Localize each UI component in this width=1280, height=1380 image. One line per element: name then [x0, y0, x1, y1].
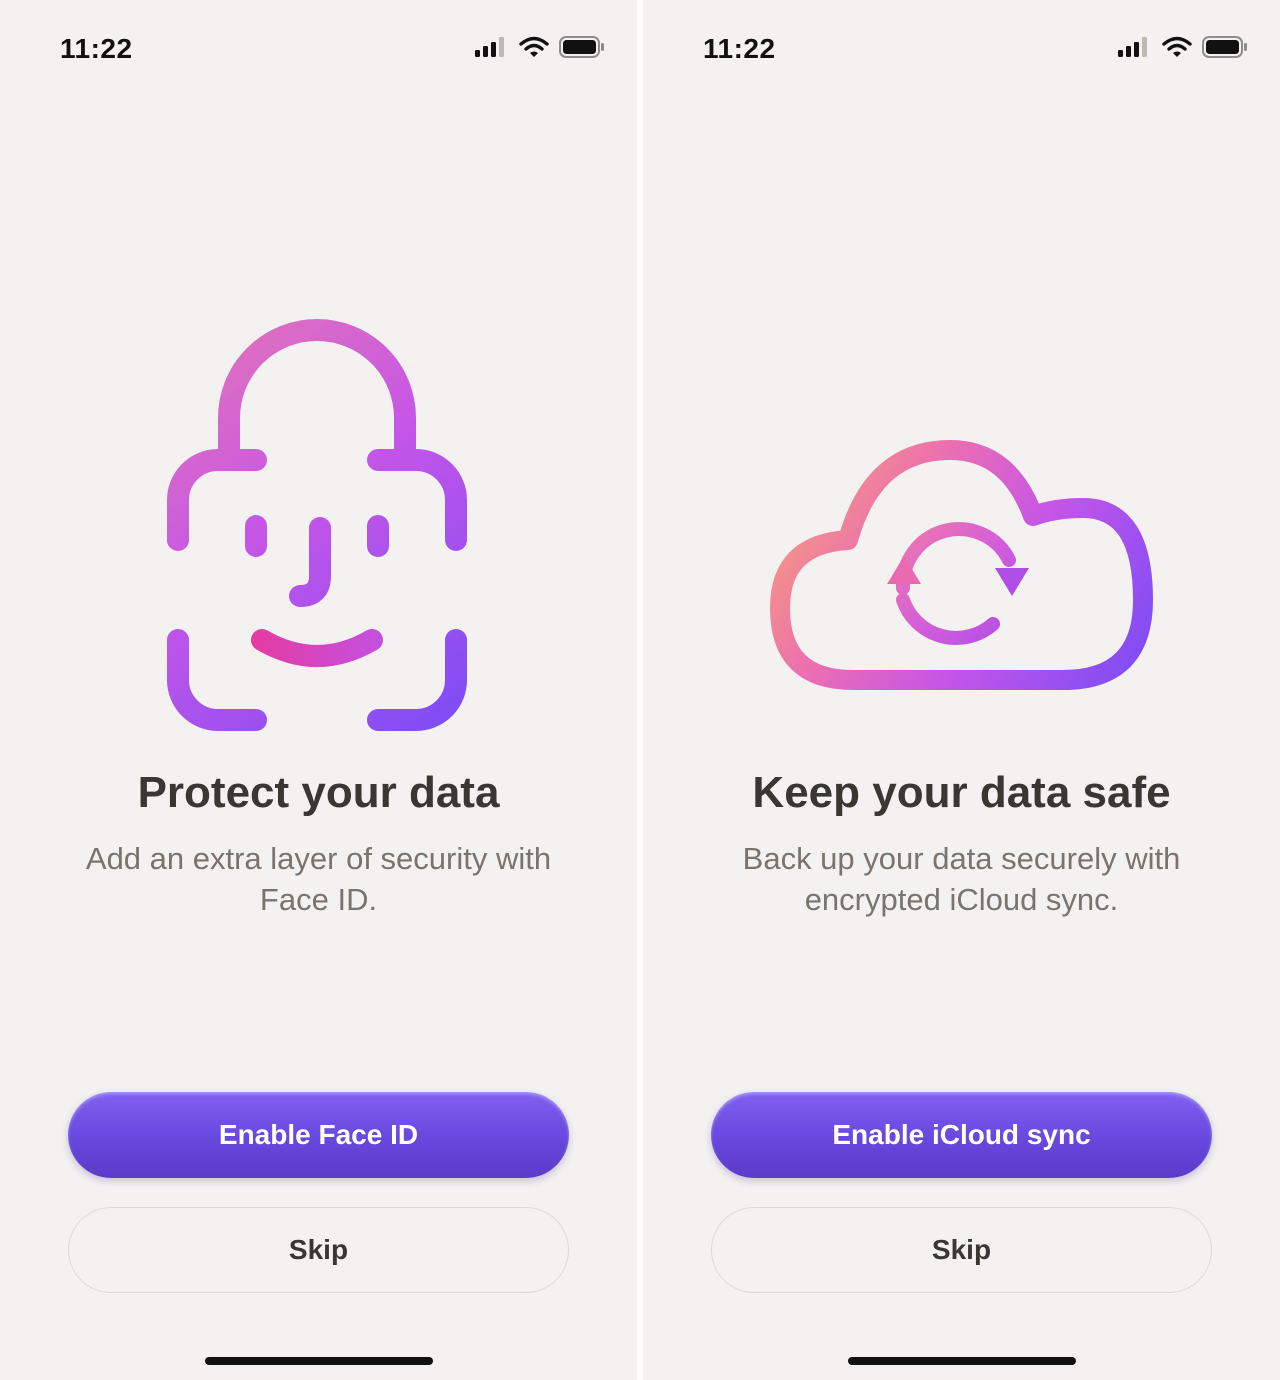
face-id-lock-icon: [167, 319, 467, 731]
battery-icon: [1202, 36, 1247, 58]
icloud-sync-icon: [770, 440, 1153, 690]
wifi-icon: [519, 36, 549, 57]
cellular-signal-icon: [1118, 37, 1147, 57]
page-subtitle: Add an extra layer of security with Face…: [85, 841, 552, 917]
enable-face-id-button[interactable]: Enable Face ID: [68, 1092, 569, 1178]
status-bar-icons: [1118, 36, 1248, 58]
onboarding-screen-icloud: 11:22 Keep your data safe Back up your d…: [643, 0, 1280, 1380]
skip-button[interactable]: Skip: [68, 1207, 569, 1293]
status-bar-time: 11:22: [703, 33, 776, 64]
page-title: Keep your data safe: [752, 768, 1171, 817]
status-bar-time: 11:22: [60, 33, 133, 64]
enable-icloud-sync-button[interactable]: Enable iCloud sync: [711, 1092, 1212, 1178]
status-bar-icons: [475, 36, 605, 58]
wifi-icon: [1162, 36, 1192, 57]
page-subtitle: Back up your data securely with encrypte…: [742, 841, 1181, 917]
home-indicator[interactable]: [848, 1357, 1076, 1365]
skip-button[interactable]: Skip: [711, 1207, 1212, 1293]
battery-icon: [559, 36, 604, 58]
home-indicator[interactable]: [205, 1357, 433, 1365]
page-title: Protect your data: [137, 768, 500, 817]
onboarding-screen-face-id: 11:22 Protect your data Add an extra lay…: [0, 0, 637, 1380]
cellular-signal-icon: [475, 37, 504, 57]
